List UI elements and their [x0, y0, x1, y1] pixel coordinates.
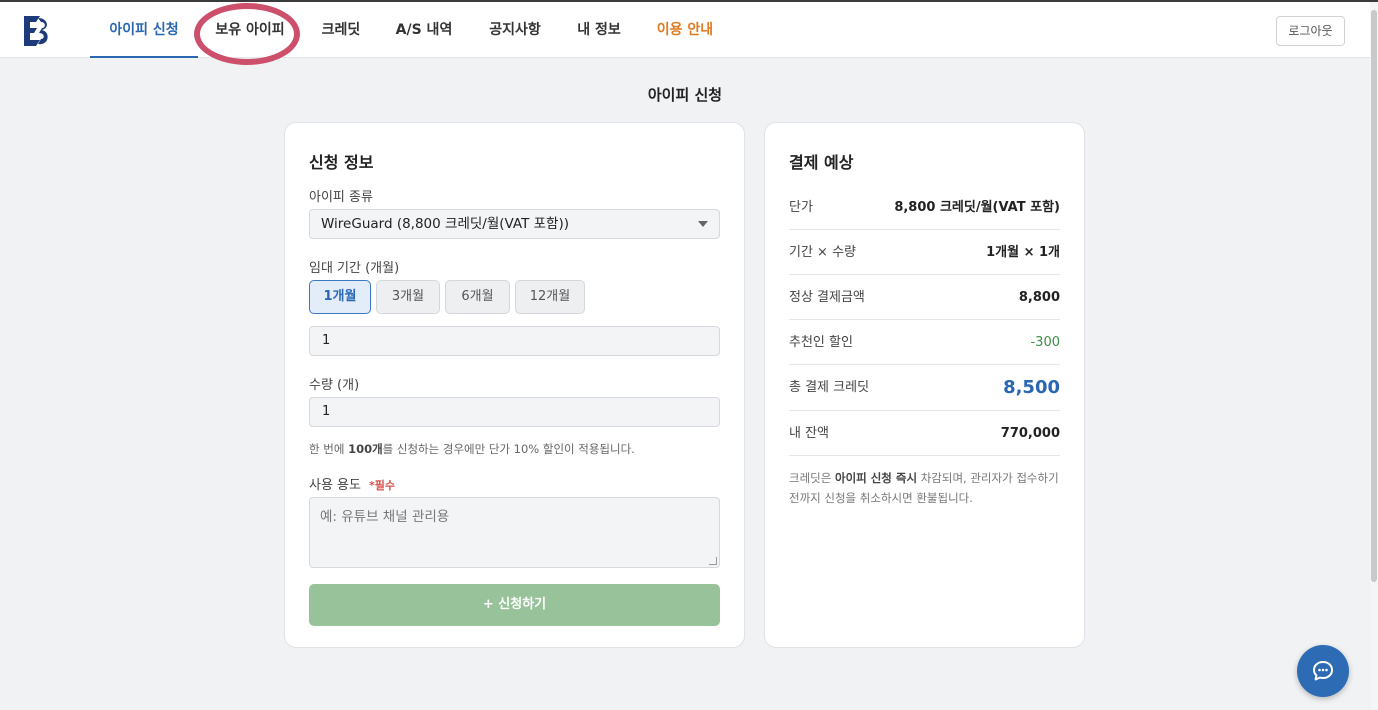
- quantity-input[interactable]: 1: [309, 397, 720, 427]
- nav-credit[interactable]: 크레딧: [315, 2, 367, 58]
- period-input[interactable]: 1: [309, 326, 720, 356]
- brand-logo[interactable]: [22, 14, 52, 48]
- submit-button[interactable]: + 신청하기: [309, 584, 720, 626]
- nav-notice[interactable]: 공지사항: [482, 2, 548, 58]
- refund-note: 크레딧은 아이피 신청 즉시 차감되며, 관리자가 접수하기 전까지 신청을 취…: [789, 471, 1059, 505]
- summary-row-normal-price: 정상 결제금액 8,800: [789, 275, 1060, 320]
- resize-handle-icon[interactable]: [709, 557, 717, 565]
- form-title: 신청 정보: [309, 153, 374, 172]
- nav-my-info[interactable]: 내 정보: [571, 2, 627, 58]
- summary-row-total: 총 결제 크레딧 8,500: [789, 365, 1060, 411]
- chat-button[interactable]: [1297, 645, 1349, 697]
- period-label: 임대 기간 (개월): [309, 261, 400, 276]
- chat-bubble-icon: [1313, 661, 1333, 681]
- discount-hint: 한 번에 100개를 신청하는 경우에만 단가 10% 할인이 적용됩니다.: [309, 442, 635, 456]
- top-navbar: 아이피 신청 보유 아이피 크레딧 A/S 내역 공지사항 내 정보 이용 안내…: [0, 2, 1370, 58]
- required-marker: *필수: [368, 479, 395, 492]
- quantity-label: 수량 (개): [309, 378, 360, 393]
- nav-owned-ip[interactable]: 보유 아이피: [206, 2, 294, 58]
- summary-row-unit-price: 단가 8,800 크레딧/월(VAT 포함): [789, 185, 1060, 230]
- chevron-down-icon: [698, 221, 708, 227]
- purpose-textarea[interactable]: 예: 유튜브 채널 관리용: [309, 497, 720, 568]
- nav-as-history[interactable]: A/S 내역: [391, 2, 457, 58]
- nav-guide[interactable]: 이용 안내: [651, 2, 719, 58]
- period-option-6[interactable]: 6개월: [445, 280, 510, 314]
- ip-type-label: 아이피 종류: [309, 190, 373, 205]
- period-option-1[interactable]: 1개월: [309, 280, 371, 314]
- page-title: 아이피 신청: [647, 86, 723, 104]
- logout-button[interactable]: 로그아웃: [1276, 16, 1345, 46]
- summary-row-balance: 내 잔액 770,000: [789, 411, 1060, 456]
- ip-type-select[interactable]: WireGuard (8,800 크레딧/월(VAT 포함)): [309, 209, 720, 239]
- nav-apply-ip[interactable]: 아이피 신청: [90, 2, 198, 58]
- period-option-3[interactable]: 3개월: [376, 280, 440, 314]
- summary-row-period-quantity: 기간 × 수량 1개월 × 1개: [789, 230, 1060, 275]
- payment-summary-card: 결제 예상 단가 8,800 크레딧/월(VAT 포함) 기간 × 수량 1개월 ×…: [764, 122, 1085, 648]
- application-form-card: 신청 정보 아이피 종류 WireGuard (8,800 크레딧/월(VAT …: [284, 122, 745, 648]
- summary-row-referral-discount: 추천인 할인 -300: [789, 320, 1060, 365]
- purpose-label: 사용 용도 *필수: [309, 478, 395, 493]
- purpose-placeholder: 예: 유튜브 채널 관리용: [320, 509, 450, 525]
- period-option-12[interactable]: 12개월: [515, 280, 585, 314]
- scrollbar-thumb[interactable]: [1371, 10, 1377, 582]
- summary-title: 결제 예상: [789, 153, 854, 172]
- ip-type-value: WireGuard (8,800 크레딧/월(VAT 포함)): [321, 216, 569, 232]
